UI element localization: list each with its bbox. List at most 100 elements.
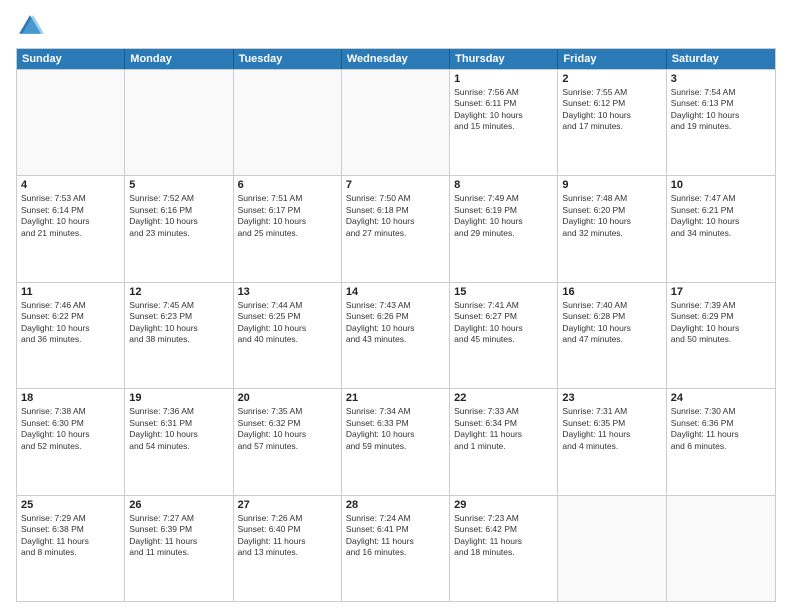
day-number: 7 bbox=[346, 179, 445, 191]
day-info: Sunrise: 7:45 AM Sunset: 6:23 PM Dayligh… bbox=[129, 300, 228, 346]
cal-header-friday: Friday bbox=[558, 49, 666, 69]
day-number: 21 bbox=[346, 392, 445, 404]
day-info: Sunrise: 7:30 AM Sunset: 6:36 PM Dayligh… bbox=[671, 406, 771, 452]
cal-cell-28: 28 Sunrise: 7:24 AM Sunset: 6:41 PM Dayli… bbox=[342, 496, 450, 601]
cal-cell-empty bbox=[667, 496, 775, 601]
day-info: Sunrise: 7:39 AM Sunset: 6:29 PM Dayligh… bbox=[671, 300, 771, 346]
cal-cell-5: 5Sunrise: 7:52 AM Sunset: 6:16 PM Daylig… bbox=[125, 176, 233, 281]
day-info: Sunrise: 7:23 AM Sunset: 6:42 PM Dayligh… bbox=[454, 513, 553, 559]
calendar-body: 1 Sunrise: 7:56 AM Sunset: 6:11 PM Daylig… bbox=[17, 69, 775, 601]
day-number: 26 bbox=[129, 499, 228, 511]
cal-cell-2: 2 Sunrise: 7:55 AM Sunset: 6:12 PM Daylig… bbox=[558, 70, 666, 175]
cal-cell-15: 15Sunrise: 7:41 AM Sunset: 6:27 PM Dayli… bbox=[450, 283, 558, 388]
day-number: 24 bbox=[671, 392, 771, 404]
page: SundayMondayTuesdayWednesdayThursdayFrid… bbox=[0, 0, 792, 612]
cal-cell-19: 19Sunrise: 7:36 AM Sunset: 6:31 PM Dayli… bbox=[125, 389, 233, 494]
cal-cell-14: 14 Sunrise: 7:43 AM Sunset: 6:26 PM Dayli… bbox=[342, 283, 450, 388]
day-info: Sunrise: 7:55 AM Sunset: 6:12 PM Dayligh… bbox=[562, 87, 661, 133]
header bbox=[16, 12, 776, 40]
cal-cell-26: 26Sunrise: 7:27 AM Sunset: 6:39 PM Dayli… bbox=[125, 496, 233, 601]
cal-cell-8: 8 Sunrise: 7:49 AM Sunset: 6:19 PM Daylig… bbox=[450, 176, 558, 281]
day-info: Sunrise: 7:41 AM Sunset: 6:27 PM Dayligh… bbox=[454, 300, 553, 346]
day-number: 5 bbox=[129, 179, 228, 191]
cal-cell-29: 29 Sunrise: 7:23 AM Sunset: 6:42 PM Dayli… bbox=[450, 496, 558, 601]
day-info: Sunrise: 7:38 AM Sunset: 6:30 PM Dayligh… bbox=[21, 406, 120, 452]
day-number: 6 bbox=[238, 179, 337, 191]
day-number: 13 bbox=[238, 286, 337, 298]
cal-cell-25: 25 Sunrise: 7:29 AM Sunset: 6:38 PM Dayli… bbox=[17, 496, 125, 601]
day-info: Sunrise: 7:31 AM Sunset: 6:35 PM Dayligh… bbox=[562, 406, 661, 452]
cal-cell-9: 9 Sunrise: 7:48 AM Sunset: 6:20 PM Daylig… bbox=[558, 176, 666, 281]
day-info: Sunrise: 7:51 AM Sunset: 6:17 PM Dayligh… bbox=[238, 193, 337, 239]
cal-cell-empty bbox=[558, 496, 666, 601]
day-info: Sunrise: 7:34 AM Sunset: 6:33 PM Dayligh… bbox=[346, 406, 445, 452]
day-number: 18 bbox=[21, 392, 120, 404]
cal-cell-10: 10 Sunrise: 7:47 AM Sunset: 6:21 PM Dayli… bbox=[667, 176, 775, 281]
day-number: 28 bbox=[346, 499, 445, 511]
day-number: 9 bbox=[562, 179, 661, 191]
day-number: 14 bbox=[346, 286, 445, 298]
day-number: 29 bbox=[454, 499, 553, 511]
cal-cell-20: 20 Sunrise: 7:35 AM Sunset: 6:32 PM Dayli… bbox=[234, 389, 342, 494]
cal-week-1: 4Sunrise: 7:53 AM Sunset: 6:14 PM Daylig… bbox=[17, 175, 775, 281]
day-info: Sunrise: 7:56 AM Sunset: 6:11 PM Dayligh… bbox=[454, 87, 553, 133]
day-info: Sunrise: 7:54 AM Sunset: 6:13 PM Dayligh… bbox=[671, 87, 771, 133]
cal-cell-17: 17 Sunrise: 7:39 AM Sunset: 6:29 PM Dayli… bbox=[667, 283, 775, 388]
cal-cell-empty bbox=[125, 70, 233, 175]
day-info: Sunrise: 7:26 AM Sunset: 6:40 PM Dayligh… bbox=[238, 513, 337, 559]
cal-cell-22: 22 Sunrise: 7:33 AM Sunset: 6:34 PM Dayli… bbox=[450, 389, 558, 494]
day-number: 25 bbox=[21, 499, 120, 511]
calendar: SundayMondayTuesdayWednesdayThursdayFrid… bbox=[16, 48, 776, 602]
cal-cell-1: 1 Sunrise: 7:56 AM Sunset: 6:11 PM Daylig… bbox=[450, 70, 558, 175]
cal-cell-21: 21 Sunrise: 7:34 AM Sunset: 6:33 PM Dayli… bbox=[342, 389, 450, 494]
day-info: Sunrise: 7:50 AM Sunset: 6:18 PM Dayligh… bbox=[346, 193, 445, 239]
day-info: Sunrise: 7:24 AM Sunset: 6:41 PM Dayligh… bbox=[346, 513, 445, 559]
cal-cell-23: 23 Sunrise: 7:31 AM Sunset: 6:35 PM Dayli… bbox=[558, 389, 666, 494]
cal-week-3: 18 Sunrise: 7:38 AM Sunset: 6:30 PM Dayli… bbox=[17, 388, 775, 494]
cal-header-tuesday: Tuesday bbox=[234, 49, 342, 69]
day-info: Sunrise: 7:47 AM Sunset: 6:21 PM Dayligh… bbox=[671, 193, 771, 239]
cal-cell-13: 13Sunrise: 7:44 AM Sunset: 6:25 PM Dayli… bbox=[234, 283, 342, 388]
day-number: 17 bbox=[671, 286, 771, 298]
cal-cell-27: 27 Sunrise: 7:26 AM Sunset: 6:40 PM Dayli… bbox=[234, 496, 342, 601]
cal-header-wednesday: Wednesday bbox=[342, 49, 450, 69]
day-number: 23 bbox=[562, 392, 661, 404]
cal-header-monday: Monday bbox=[125, 49, 233, 69]
cal-cell-6: 6 Sunrise: 7:51 AM Sunset: 6:17 PM Daylig… bbox=[234, 176, 342, 281]
cal-cell-12: 12Sunrise: 7:45 AM Sunset: 6:23 PM Dayli… bbox=[125, 283, 233, 388]
day-info: Sunrise: 7:43 AM Sunset: 6:26 PM Dayligh… bbox=[346, 300, 445, 346]
day-number: 8 bbox=[454, 179, 553, 191]
day-number: 27 bbox=[238, 499, 337, 511]
day-info: Sunrise: 7:48 AM Sunset: 6:20 PM Dayligh… bbox=[562, 193, 661, 239]
cal-cell-3: 3 Sunrise: 7:54 AM Sunset: 6:13 PM Daylig… bbox=[667, 70, 775, 175]
cal-header-saturday: Saturday bbox=[667, 49, 775, 69]
day-info: Sunrise: 7:29 AM Sunset: 6:38 PM Dayligh… bbox=[21, 513, 120, 559]
day-number: 20 bbox=[238, 392, 337, 404]
cal-cell-16: 16Sunrise: 7:40 AM Sunset: 6:28 PM Dayli… bbox=[558, 283, 666, 388]
day-info: Sunrise: 7:35 AM Sunset: 6:32 PM Dayligh… bbox=[238, 406, 337, 452]
cal-header-thursday: Thursday bbox=[450, 49, 558, 69]
day-number: 4 bbox=[21, 179, 120, 191]
day-number: 22 bbox=[454, 392, 553, 404]
day-info: Sunrise: 7:40 AM Sunset: 6:28 PM Dayligh… bbox=[562, 300, 661, 346]
cal-cell-empty bbox=[17, 70, 125, 175]
cal-cell-empty bbox=[342, 70, 450, 175]
cal-cell-11: 11 Sunrise: 7:46 AM Sunset: 6:22 PM Dayli… bbox=[17, 283, 125, 388]
cal-cell-4: 4Sunrise: 7:53 AM Sunset: 6:14 PM Daylig… bbox=[17, 176, 125, 281]
logo bbox=[16, 12, 48, 40]
calendar-header-row: SundayMondayTuesdayWednesdayThursdayFrid… bbox=[17, 49, 775, 69]
cal-header-sunday: Sunday bbox=[17, 49, 125, 69]
day-info: Sunrise: 7:46 AM Sunset: 6:22 PM Dayligh… bbox=[21, 300, 120, 346]
day-number: 19 bbox=[129, 392, 228, 404]
day-number: 1 bbox=[454, 73, 553, 85]
day-number: 11 bbox=[21, 286, 120, 298]
day-info: Sunrise: 7:33 AM Sunset: 6:34 PM Dayligh… bbox=[454, 406, 553, 452]
logo-icon bbox=[16, 12, 44, 40]
day-info: Sunrise: 7:49 AM Sunset: 6:19 PM Dayligh… bbox=[454, 193, 553, 239]
day-number: 2 bbox=[562, 73, 661, 85]
day-number: 3 bbox=[671, 73, 771, 85]
cal-week-0: 1 Sunrise: 7:56 AM Sunset: 6:11 PM Daylig… bbox=[17, 69, 775, 175]
cal-cell-empty bbox=[234, 70, 342, 175]
cal-week-2: 11 Sunrise: 7:46 AM Sunset: 6:22 PM Dayli… bbox=[17, 282, 775, 388]
day-number: 10 bbox=[671, 179, 771, 191]
